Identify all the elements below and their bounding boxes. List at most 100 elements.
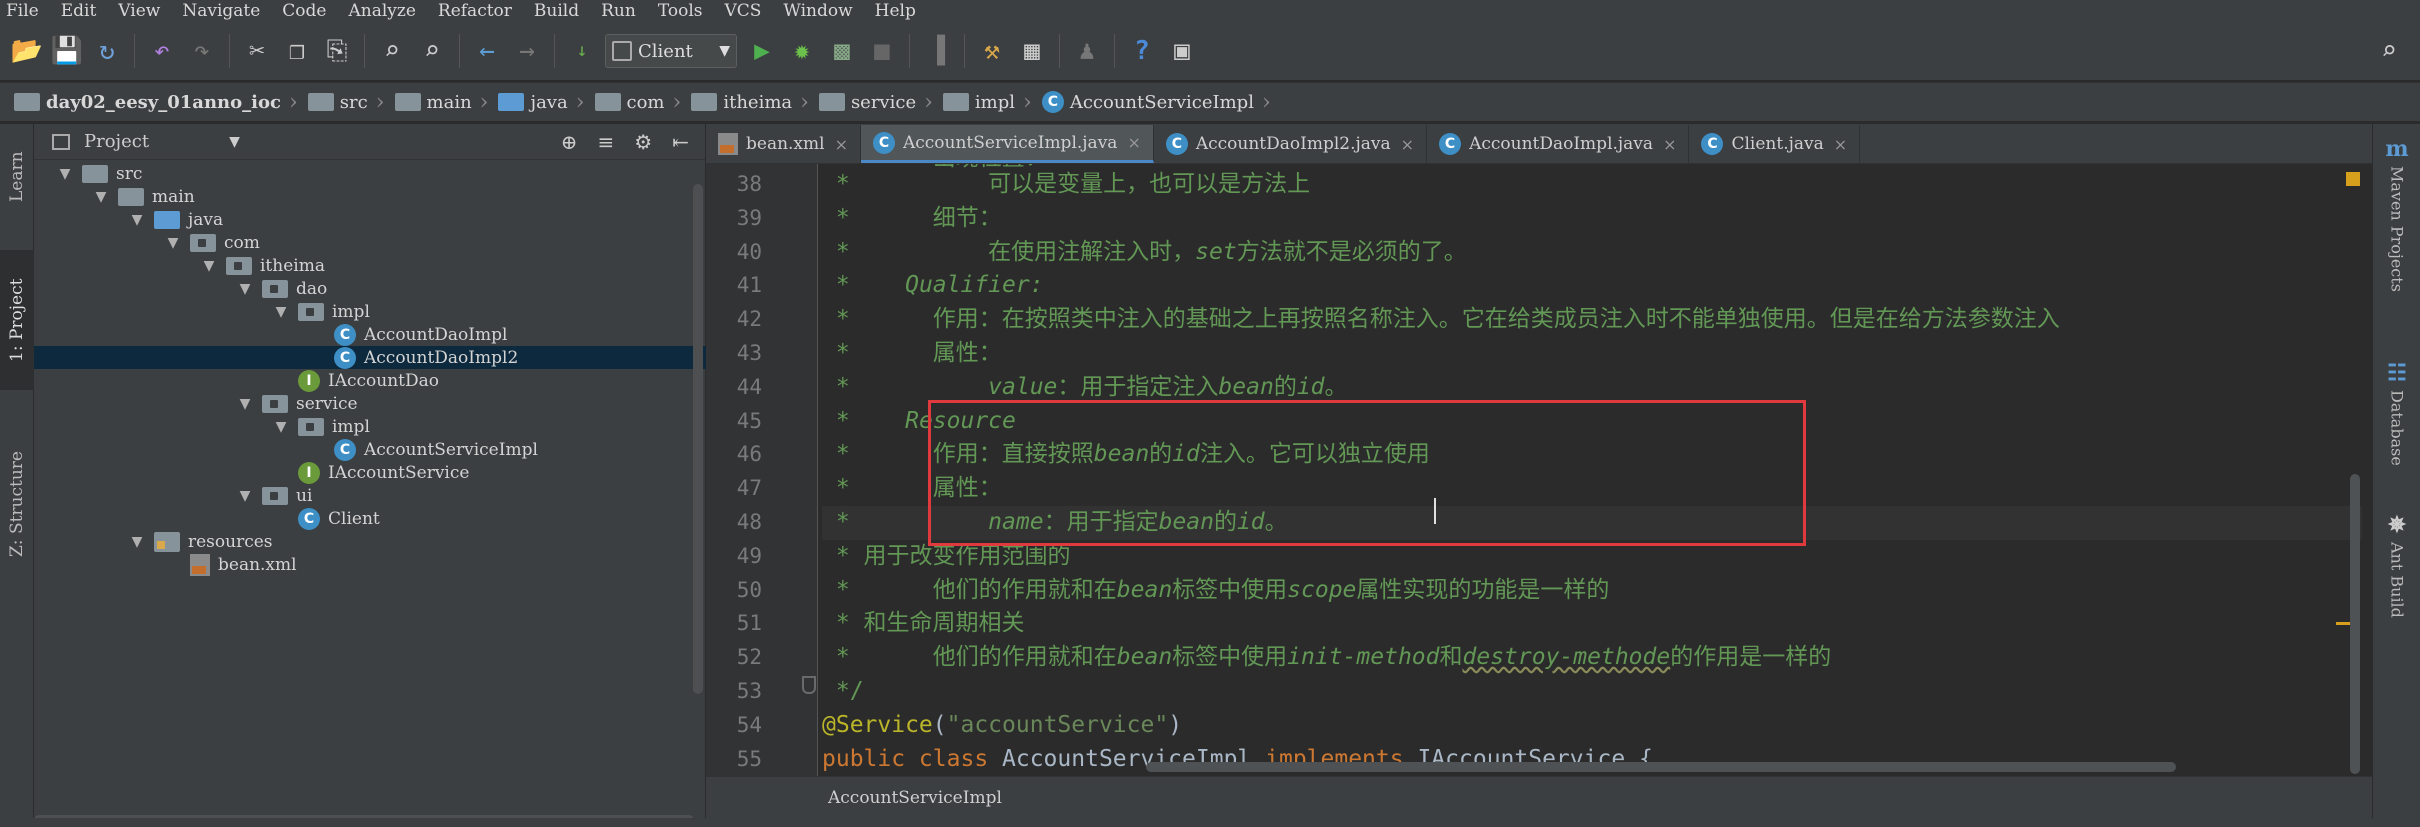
breadcrumb-com[interactable]: com ›: [594, 90, 681, 115]
search-everywhere-icon[interactable]: ⌕: [2372, 33, 2406, 69]
tree-item-java[interactable]: ▼ java: [34, 208, 706, 231]
warning-indicator-icon[interactable]: [2346, 172, 2360, 186]
breadcrumb-java[interactable]: java ›: [498, 90, 585, 115]
menu-file[interactable]: File: [6, 1, 39, 21]
menu-refactor[interactable]: Refactor: [438, 1, 512, 21]
maven-projects-tab[interactable]: m Maven Projects: [2373, 136, 2420, 292]
code-line[interactable]: * 作用：在按照类中注入的基础之上再按照名称注入。它在给类成员注入时不能单独使用…: [822, 303, 2362, 337]
code-line[interactable]: * 可以是变量上，也可以是方法上: [822, 168, 2362, 202]
run-icon[interactable]: ▶: [745, 33, 779, 69]
collapse-all-icon[interactable]: ≡: [598, 130, 615, 154]
project-panel-title[interactable]: Project: [84, 131, 149, 152]
code-line[interactable]: * 他们的作用就和在bean标签中使用scope属性实现的功能是一样的: [822, 574, 2362, 608]
expand-toggle-icon[interactable]: ▼: [56, 166, 74, 182]
tree-item-com[interactable]: ▼ com: [34, 231, 706, 254]
run-configuration-select[interactable]: Client ▼: [605, 34, 737, 68]
attach-icon[interactable]: ▐: [920, 33, 954, 69]
project-tool-tab[interactable]: 1: Project: [0, 250, 34, 390]
code-line[interactable]: * Qualifier:: [822, 269, 2362, 303]
tab-accountdaoimpl2-java[interactable]: C AccountDaoImpl2.java ×: [1154, 125, 1428, 163]
breadcrumb-accountserviceimpl[interactable]: C AccountServiceImpl ›: [1041, 90, 1271, 115]
forward-icon[interactable]: →: [510, 33, 544, 69]
open-icon[interactable]: 📂: [10, 33, 44, 69]
expand-toggle-icon[interactable]: ▼: [92, 189, 110, 205]
tree-item-iaccountdao[interactable]: ▼IIAccountDao: [34, 369, 706, 392]
back-icon[interactable]: ←: [470, 33, 504, 69]
close-icon[interactable]: ×: [1663, 135, 1676, 154]
code-line[interactable]: * 属性：: [822, 337, 2362, 371]
tree-item-ui[interactable]: ▼ ui: [34, 484, 706, 507]
menu-edit[interactable]: Edit: [61, 1, 97, 21]
tree-item-main[interactable]: ▼ main: [34, 185, 706, 208]
menu-run[interactable]: Run: [601, 1, 636, 21]
tree-item-accountdaoimpl[interactable]: ▼CAccountDaoImpl: [34, 323, 706, 346]
debug-icon[interactable]: ✹: [785, 33, 819, 69]
expand-toggle-icon[interactable]: ▼: [236, 488, 254, 504]
settings-icon[interactable]: ⚒: [975, 33, 1009, 69]
editor-horizontal-scrollbar[interactable]: [1146, 762, 2176, 772]
hide-icon[interactable]: ⇤: [672, 130, 689, 154]
menu-build[interactable]: Build: [534, 1, 579, 21]
build-icon[interactable]: ↓: [565, 33, 599, 69]
expand-toggle-icon[interactable]: ▼: [128, 534, 146, 550]
gear-icon[interactable]: ⚙: [634, 130, 652, 154]
code-line[interactable]: * 在使用注解注入时，set方法就不是必须的了。: [822, 236, 2362, 270]
project-structure-icon[interactable]: ▦: [1015, 33, 1049, 69]
menu-analyze[interactable]: Analyze: [348, 1, 415, 21]
close-icon[interactable]: ×: [1834, 135, 1847, 154]
breadcrumb-impl[interactable]: impl ›: [942, 90, 1032, 115]
code-line[interactable]: * 和生命周期相关: [822, 607, 2362, 641]
tree-item-resources[interactable]: ▼ resources: [34, 530, 706, 553]
stop-icon[interactable]: ■: [865, 33, 899, 69]
scroll-to-source-icon[interactable]: ⊕: [561, 130, 578, 154]
cut-icon[interactable]: ✂: [240, 33, 274, 69]
code-editor[interactable]: 383940414243444546474849505152535455 * 出…: [706, 164, 2372, 776]
breadcrumb-itheima[interactable]: itheima ›: [691, 90, 809, 115]
breadcrumb-day02-eesy-01anno-ioc[interactable]: day02_eesy_01anno_ioc ›: [14, 90, 298, 115]
tree-item-iaccountservice[interactable]: ▼IIAccountService: [34, 461, 706, 484]
menu-vcs[interactable]: VCS: [724, 1, 761, 21]
tree-item-service[interactable]: ▼ service: [34, 392, 706, 415]
close-icon[interactable]: ×: [1127, 133, 1140, 152]
code-line[interactable]: */: [822, 675, 2362, 709]
expand-toggle-icon[interactable]: ▼: [236, 396, 254, 412]
replace-icon[interactable]: ⌕: [415, 33, 449, 69]
project-tree-vertical-scrollbar[interactable]: [693, 184, 703, 694]
ant-build-tab[interactable]: ✵ Ant Build: [2373, 512, 2420, 618]
tree-item-impl[interactable]: ▼ impl: [34, 300, 706, 323]
paste-icon[interactable]: ⎘: [320, 33, 354, 69]
editor-breadcrumb-class[interactable]: AccountServiceImpl: [828, 788, 1002, 808]
tree-item-itheima[interactable]: ▼ itheima: [34, 254, 706, 277]
tab-bean-xml[interactable]: bean.xml ×: [706, 125, 861, 163]
tree-item-accountserviceimpl[interactable]: ▼CAccountServiceImpl: [34, 438, 706, 461]
tip-icon[interactable]: ▣: [1165, 33, 1199, 69]
close-icon[interactable]: ×: [835, 135, 848, 154]
close-icon[interactable]: ×: [1401, 135, 1414, 154]
tab-client-java[interactable]: C Client.java ×: [1689, 125, 1861, 163]
learn-tab[interactable]: Learn: [0, 132, 34, 222]
menu-view[interactable]: View: [118, 1, 160, 21]
expand-toggle-icon[interactable]: ▼: [272, 419, 290, 435]
tree-item-accountdaoimpl2[interactable]: ▼CAccountDaoImpl2: [34, 346, 706, 369]
tab-accountdaoimpl-java[interactable]: C AccountDaoImpl.java ×: [1427, 125, 1690, 163]
expand-toggle-icon[interactable]: ▼: [128, 212, 146, 228]
help-icon[interactable]: ?: [1125, 33, 1159, 69]
expand-toggle-icon[interactable]: ▼: [164, 235, 182, 251]
expand-toggle-icon[interactable]: ▼: [200, 258, 218, 274]
database-tab[interactable]: ☷ Database: [2373, 360, 2420, 466]
code-line[interactable]: @Service("accountService"): [822, 709, 2362, 743]
fold-end-icon[interactable]: [802, 676, 816, 694]
expand-toggle-icon[interactable]: ▼: [272, 304, 290, 320]
chevron-down-icon[interactable]: ▼: [229, 134, 240, 150]
menu-tools[interactable]: Tools: [658, 1, 703, 21]
breadcrumb-main[interactable]: main ›: [394, 90, 488, 115]
coverage-icon[interactable]: ▩: [825, 33, 859, 69]
code-line[interactable]: * 他们的作用就和在bean标签中使用init-method和destroy-m…: [822, 641, 2362, 675]
tree-item-impl[interactable]: ▼ impl: [34, 415, 706, 438]
save-icon[interactable]: 💾: [50, 33, 84, 69]
tree-item-bean-xml[interactable]: ▼bean.xml: [34, 553, 706, 576]
expand-toggle-icon[interactable]: ▼: [236, 281, 254, 297]
tab-accountserviceimpl-java[interactable]: C AccountServiceImpl.java ×: [860, 125, 1154, 163]
menu-code[interactable]: Code: [282, 1, 326, 21]
sdk-icon[interactable]: ♟: [1070, 33, 1104, 69]
